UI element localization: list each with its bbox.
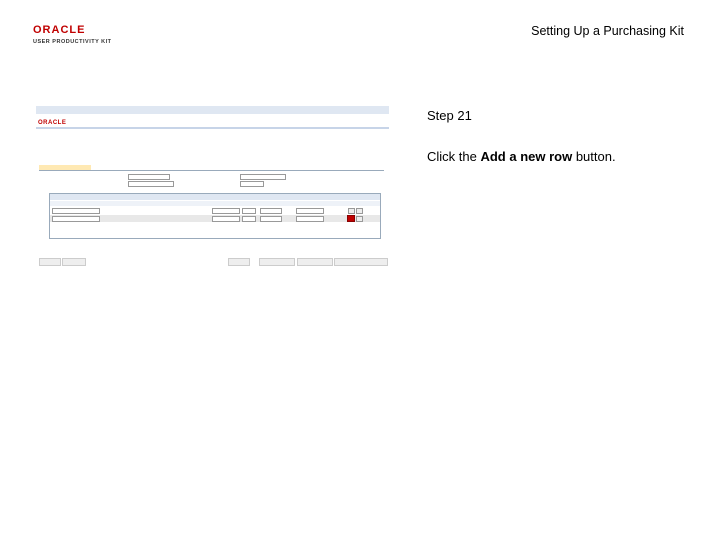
screenshot-breadcrumb-bar [36, 106, 389, 114]
screenshot-toolbar-button [259, 258, 295, 266]
instruction-target-label: Add a new row [480, 149, 573, 164]
logo-wordmark: ORACLE [33, 24, 86, 36]
screenshot-grid-row [50, 207, 380, 214]
screenshot-toolbar-button [39, 258, 61, 266]
screenshot-grid [49, 193, 381, 239]
page-title: Setting Up a Purchasing Kit [531, 24, 684, 38]
logo-subtitle: USER PRODUCTIVITY KIT [33, 39, 112, 45]
screenshot-toolbar-button [297, 258, 333, 266]
application-screenshot: ORACLE [36, 106, 389, 268]
screenshot-field [240, 181, 264, 187]
screenshot-grid-column-header [50, 201, 380, 206]
screenshot-field [240, 174, 286, 180]
screenshot-grid-row [50, 215, 380, 222]
screenshot-toolbar-button [228, 258, 250, 266]
oracle-upk-logo: ORACLE USER PRODUCTIVITY KIT [33, 24, 123, 46]
screenshot-field [128, 181, 174, 187]
screenshot-grid-header [50, 194, 380, 200]
screenshot-active-tab [39, 165, 91, 170]
screenshot-add-row-button [347, 215, 355, 222]
screenshot-toolbar-button [62, 258, 86, 266]
screenshot-nav-rule [36, 127, 389, 129]
screenshot-toolbar-button [334, 258, 388, 266]
screenshot-field [128, 174, 170, 180]
screenshot-oracle-logo: ORACLE [38, 120, 67, 126]
step-instruction: Click the Add a new row button. [427, 149, 616, 164]
step-number: Step 21 [427, 108, 472, 123]
